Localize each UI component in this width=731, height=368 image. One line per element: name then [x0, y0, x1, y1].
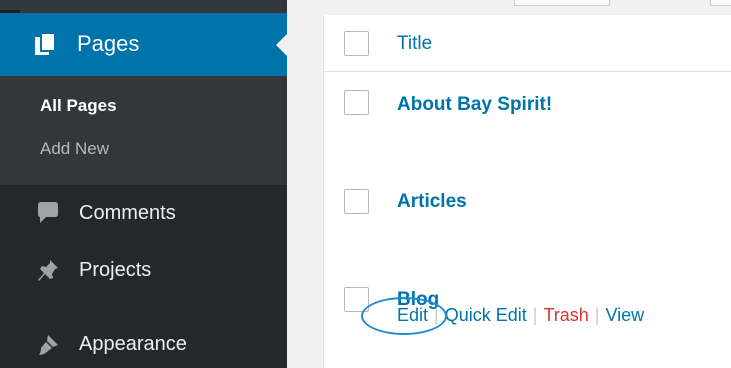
edit-highlight-circle — [361, 297, 447, 335]
sidebar-item-label: Pages — [77, 31, 140, 56]
paintbrush-icon — [39, 335, 58, 355]
table-row: Articles — [324, 169, 731, 267]
action-separator: | — [532, 305, 538, 325]
submenu-all-pages[interactable]: All Pages — [40, 96, 117, 116]
row-checkbox[interactable] — [344, 90, 369, 115]
pin-icon — [38, 260, 58, 281]
toolbar-control[interactable] — [514, 0, 610, 6]
submenu-add-new[interactable]: Add New — [40, 139, 109, 159]
sidebar-item-label: Appearance — [79, 333, 187, 355]
admin-sidebar: Pages All Pages Add New Comments Project… — [0, 0, 288, 368]
toolbar-control-right[interactable] — [710, 0, 731, 6]
trash-link[interactable]: Trash — [543, 305, 588, 325]
view-link[interactable]: View — [605, 305, 644, 325]
main-content: Title About Bay Spirit! Articles Blog Ed… — [287, 0, 731, 368]
quick-edit-link[interactable]: Quick Edit — [445, 305, 527, 325]
table-row: About Bay Spirit! — [324, 73, 731, 169]
pages-table: Title About Bay Spirit! Articles Blog Ed… — [323, 15, 731, 368]
sidebar-item-appearance[interactable]: Appearance — [0, 317, 287, 368]
sidebar-item-comments[interactable]: Comments — [0, 186, 287, 242]
row-title-link[interactable]: About Bay Spirit! — [397, 94, 552, 116]
table-row: Blog Edit | Quick Edit | Trash | View — [324, 267, 731, 368]
pages-submenu: All Pages Add New — [0, 76, 287, 185]
column-title-header[interactable]: Title — [397, 33, 432, 55]
action-separator: | — [594, 305, 600, 325]
comments-icon — [38, 202, 58, 223]
row-title-link[interactable]: Articles — [397, 191, 467, 213]
pages-icon — [35, 33, 56, 55]
sidebar-item-label: Projects — [79, 259, 152, 281]
sidebar-top-strip — [0, 0, 287, 13]
row-checkbox[interactable] — [344, 189, 369, 214]
sidebar-item-label: Comments — [79, 202, 176, 224]
sidebar-item-pages[interactable]: Pages — [0, 13, 288, 76]
table-header: Title — [324, 15, 731, 72]
select-all-checkbox[interactable] — [344, 31, 369, 56]
sidebar-item-projects[interactable]: Projects — [0, 243, 287, 299]
